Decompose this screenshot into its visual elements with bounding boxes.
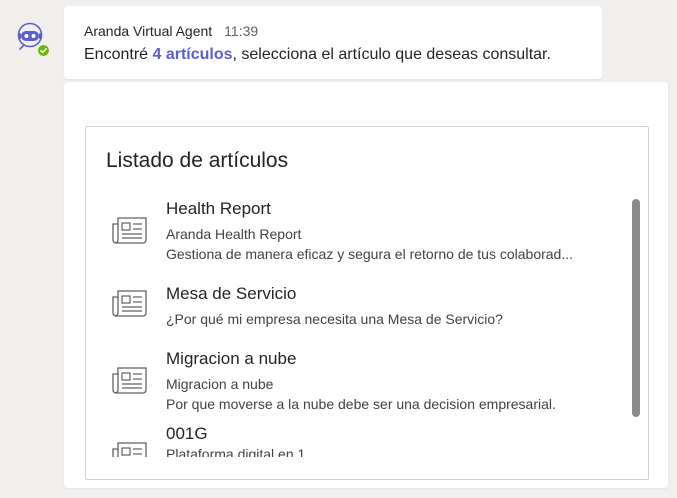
article-item[interactable]: 001G Plataforma digital en 1 — [86, 424, 626, 457]
article-subtitle: Aranda Health Report — [166, 226, 302, 242]
article-subtitle: Migracion a nube — [166, 376, 274, 392]
newspaper-icon — [110, 287, 150, 319]
message-time: 11:39 — [224, 23, 259, 39]
article-title[interactable]: 001G — [166, 424, 208, 444]
article-title[interactable]: Health Report — [166, 199, 271, 219]
list-scrollbar[interactable] — [632, 199, 640, 417]
message-text-prefix: Encontré — [84, 46, 153, 63]
article-list[interactable]: Health Report Aranda Health Report Gesti… — [86, 191, 636, 457]
newspaper-icon — [110, 364, 150, 396]
sender-name[interactable]: Aranda Virtual Agent — [84, 23, 212, 39]
available-status-icon — [37, 44, 50, 57]
adaptive-card-container: Listado de artículos Health Report Arand… — [64, 82, 668, 488]
message-header: Aranda Virtual Agent 11:39 — [84, 23, 258, 39]
message-text-suffix: , selecciona el artículo que deseas cons… — [232, 46, 551, 63]
article-list-card: Listado de artículos Health Report Arand… — [85, 126, 649, 480]
article-item[interactable]: Migracion a nube Migracion a nube Por qu… — [86, 349, 626, 412]
newspaper-icon — [110, 214, 150, 246]
card-title: Listado de artículos — [106, 149, 289, 172]
article-count: 4 artículos — [152, 46, 233, 63]
article-title[interactable]: Mesa de Servicio — [166, 284, 296, 304]
message-text: Encontré 4 artículos, selecciona el artí… — [84, 46, 551, 64]
newspaper-icon — [110, 439, 150, 457]
article-subtitle: ¿Por qué mi empresa necesita una Mesa de… — [166, 311, 503, 327]
article-subtitle: Plataforma digital en 1 — [166, 446, 306, 457]
article-description: Gestiona de manera eficaz y segura el re… — [166, 246, 574, 262]
article-item[interactable]: Health Report Aranda Health Report Gesti… — [86, 199, 626, 262]
article-description: Por que moverse a la nube debe ser una d… — [166, 396, 556, 412]
bot-avatar[interactable] — [14, 20, 50, 58]
article-item[interactable]: Mesa de Servicio ¿Por qué mi empresa nec… — [86, 284, 626, 327]
article-title[interactable]: Migracion a nube — [166, 349, 296, 369]
message-bubble: Aranda Virtual Agent 11:39 Encontré 4 art… — [64, 6, 602, 79]
